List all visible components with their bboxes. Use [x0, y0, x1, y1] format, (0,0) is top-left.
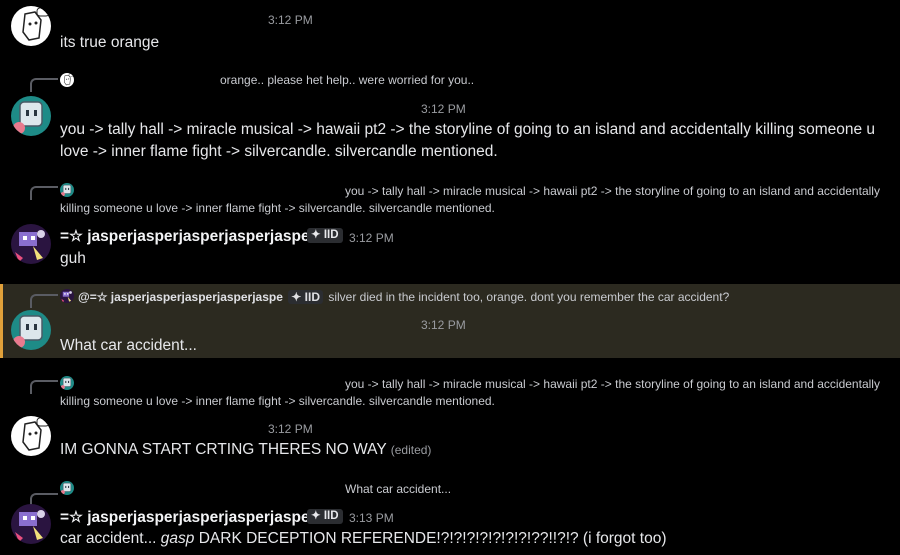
avatar[interactable]: [11, 6, 51, 46]
avatar[interactable]: [11, 96, 51, 136]
avatar-image: [11, 416, 51, 456]
timestamp: 3:12 PM: [349, 231, 394, 245]
avatar-image: [11, 504, 51, 544]
avatar[interactable]: [11, 504, 51, 544]
reply-author[interactable]: @=☆ jasperjasperjasperjasperjaspe: [78, 290, 283, 304]
message-text: car accident... gasp DARK DECEPTION REFE…: [60, 528, 667, 550]
reply-connector: [30, 380, 58, 394]
message-text: guh: [60, 250, 86, 267]
role-tag[interactable]: ✦ IID: [307, 509, 343, 524]
timestamp: 3:12 PM: [421, 318, 466, 332]
message: 3:12 PM its true orange: [0, 0, 900, 62]
message-text: you -> tally hall -> miracle musical -> …: [60, 121, 876, 160]
message-text-emphasis: gasp: [160, 530, 195, 547]
edited-marker: (edited): [390, 443, 432, 457]
timestamp: 3:12 PM: [268, 13, 313, 27]
role-tag[interactable]: ✦ IID: [307, 228, 343, 243]
message-text-body: IM GONNA START CRTING THERES NO WAY: [60, 441, 387, 458]
reply-avatar[interactable]: [60, 481, 74, 495]
reply-preview-text: you -> tally hall -> miracle musical -> …: [60, 377, 880, 408]
reply-avatar-image: [60, 481, 74, 495]
message-text-part: car accident...: [60, 530, 161, 547]
timestamp: 3:13 PM: [349, 511, 394, 525]
reply-preview[interactable]: you -> tally hall -> miracle musical -> …: [60, 376, 880, 410]
message: you -> tally hall -> miracle musical -> …: [0, 358, 900, 470]
avatar-image: [11, 6, 51, 46]
reply-preview[interactable]: you -> tally hall -> miracle musical -> …: [60, 183, 880, 217]
reply-avatar[interactable]: [60, 73, 74, 87]
avatar-image: [11, 96, 51, 136]
message-text: its true orange: [60, 34, 160, 51]
author-name[interactable]: =☆ jasperjasperjasperjasperjaspe: [60, 227, 310, 246]
reply-connector: [30, 78, 58, 92]
message-text-part: DARK DECEPTION REFERENDE!?!?!?!?!?!?!?!?…: [194, 530, 667, 547]
reply-preview[interactable]: What car accident...: [345, 482, 451, 496]
reply-avatar[interactable]: [60, 289, 74, 303]
reply-preview-text: you -> tally hall -> miracle musical -> …: [60, 184, 880, 215]
reply-preview-text: silver died in the incident too, orange.…: [328, 290, 730, 304]
author-name[interactable]: =☆ jasperjasperjasperjasperjaspe: [60, 508, 310, 527]
reply-avatar-image: [60, 73, 74, 87]
timestamp: 3:12 PM: [421, 102, 466, 116]
message-text: What car accident...: [60, 337, 197, 354]
message-mention-highlight: @=☆ jasperjasperjasperjasperjaspe ✦ IID …: [0, 284, 900, 358]
message: orange.. please het help.. were worried …: [0, 62, 900, 172]
reply-preview[interactable]: @=☆ jasperjasperjasperjasperjaspe ✦ IID …: [78, 290, 729, 304]
avatar-image: [11, 224, 51, 264]
avatar[interactable]: [11, 224, 51, 264]
avatar[interactable]: [11, 416, 51, 456]
message: What car accident... =☆ jasperjasperjasp…: [0, 470, 900, 555]
reply-role-tag: ✦ IID: [288, 290, 323, 304]
timestamp: 3:12 PM: [268, 422, 313, 436]
reply-connector: [30, 186, 58, 200]
avatar-image: [11, 310, 51, 350]
message: you -> tally hall -> miracle musical -> …: [0, 172, 900, 284]
message-text: IM GONNA START CRTING THERES NO WAY (edi…: [60, 439, 431, 461]
reply-avatar-image: [60, 289, 74, 303]
reply-preview[interactable]: orange.. please het help.. were worried …: [220, 73, 474, 87]
avatar[interactable]: [11, 310, 51, 350]
reply-connector: [30, 294, 58, 308]
